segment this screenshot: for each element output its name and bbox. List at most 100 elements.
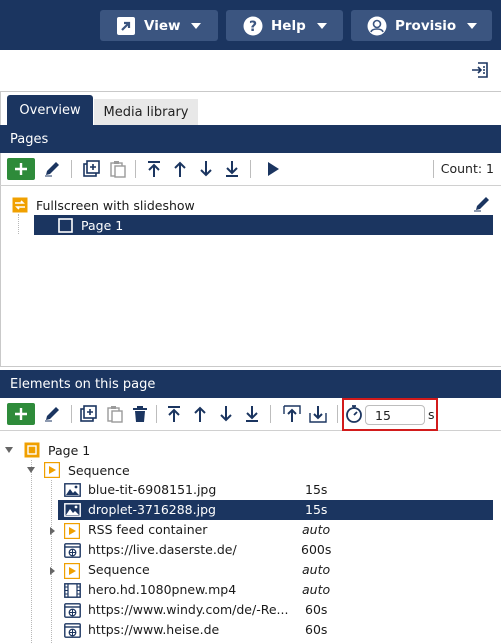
web-icon — [64, 603, 81, 618]
top-navigation-bar: View ? Help Provisio — [0, 0, 501, 50]
duplicate-icon — [80, 405, 97, 422]
move-out-of-container-button[interactable] — [282, 404, 302, 424]
help-menu-button[interactable]: ? Help — [226, 10, 343, 41]
duplicate-page-button[interactable] — [82, 159, 102, 179]
list-item-duration: auto — [302, 562, 331, 577]
pencil-icon[interactable] — [473, 196, 491, 212]
stopwatch-icon — [346, 405, 362, 423]
page-group-label: Fullscreen with slideshow — [36, 197, 195, 213]
arrow-up-icon — [194, 406, 206, 422]
arrow-to-bottom-icon — [246, 406, 258, 422]
page-count-label: Count: 1 — [440, 161, 494, 176]
arrow-down-icon — [200, 161, 212, 177]
video-icon — [64, 583, 81, 598]
list-item[interactable]: https://www.windy.com/de/-Re... 60s — [0, 600, 501, 620]
chevron-down-icon — [27, 467, 35, 473]
page-node-label: Page 1 — [81, 217, 124, 233]
list-item[interactable]: https://www.heise.de 60s — [0, 620, 501, 640]
collapse-panel-icon[interactable] — [471, 61, 489, 79]
page-group-node[interactable]: Fullscreen with slideshow — [12, 195, 195, 215]
duration-unit-label: s — [428, 407, 435, 422]
list-item[interactable]: blue-tit-6908151.jpg 15s — [0, 480, 501, 500]
chevron-down-icon — [5, 447, 13, 453]
page-root-label: Page 1 — [48, 442, 91, 458]
edit-page-button[interactable] — [42, 159, 62, 179]
duplicate-icon — [83, 160, 100, 177]
tab-media-library[interactable]: Media library — [94, 99, 198, 125]
move-element-bottom-button[interactable] — [242, 404, 262, 424]
move-top-button[interactable] — [144, 159, 164, 179]
move-bottom-button[interactable] — [222, 159, 242, 179]
page-icon — [58, 217, 73, 233]
help-icon: ? — [243, 16, 263, 35]
list-item[interactable]: hero.hd.1080pnew.mp4 auto — [0, 580, 501, 600]
list-item-duration: 60s — [305, 622, 328, 637]
list-item-name: Sequence — [88, 562, 150, 577]
list-item[interactable]: https://live.daserste.de/ 600s — [0, 540, 501, 560]
add-element-button[interactable] — [7, 403, 35, 425]
move-into-container-button[interactable] — [308, 404, 328, 424]
move-element-down-button[interactable] — [216, 404, 236, 424]
edit-element-button[interactable] — [42, 404, 62, 424]
list-item[interactable]: Sequence auto — [0, 560, 501, 580]
duplicate-element-button[interactable] — [79, 404, 99, 424]
sequence-label: Sequence — [68, 462, 130, 478]
slideshow-icon — [12, 197, 28, 213]
chevron-right-icon[interactable] — [49, 526, 56, 536]
image-icon — [64, 483, 81, 497]
tab-overview[interactable]: Overview — [7, 95, 93, 125]
pages-toolbar: Count: 1 — [0, 153, 501, 186]
arrow-to-bottom-icon — [226, 161, 238, 177]
sequence-node[interactable]: Sequence — [26, 460, 130, 480]
delete-element-button[interactable] — [130, 404, 150, 424]
arrow-to-top-icon — [148, 161, 160, 177]
arrow-to-top-icon — [168, 406, 180, 422]
list-item-duration: auto — [302, 582, 331, 597]
arrow-up-icon — [174, 161, 186, 177]
web-icon — [64, 623, 81, 638]
tab-overview-label: Overview — [19, 102, 81, 118]
paste-page-button[interactable] — [108, 159, 128, 179]
move-up-button[interactable] — [170, 159, 190, 179]
view-menu-button[interactable]: View — [100, 10, 218, 41]
list-item-duration: 60s — [305, 602, 328, 617]
elements-section-header: Elements on this page — [0, 370, 501, 398]
chevron-down-icon — [467, 22, 478, 29]
sequence-icon — [64, 523, 80, 539]
page-icon — [24, 442, 40, 458]
open-external-icon — [117, 16, 135, 35]
duration-input[interactable] — [365, 405, 425, 425]
tab-media-library-label: Media library — [103, 104, 189, 120]
list-item-duration: 15s — [305, 502, 328, 517]
list-item-selected[interactable]: droplet-3716288.jpg 15s — [58, 500, 493, 520]
move-down-level-icon — [309, 406, 327, 423]
page-root-node[interactable]: Page 1 — [4, 440, 90, 460]
page-node-selected[interactable]: Page 1 — [34, 215, 493, 235]
trash-icon — [133, 406, 147, 422]
user-avatar-icon — [367, 16, 387, 35]
paste-element-button[interactable] — [105, 404, 125, 424]
add-page-button[interactable] — [7, 158, 35, 180]
pencil-icon — [45, 407, 59, 422]
list-item-name: hero.hd.1080pnew.mp4 — [88, 582, 237, 597]
sequence-icon — [44, 462, 60, 478]
sequence-icon — [64, 563, 80, 579]
move-element-top-button[interactable] — [164, 404, 184, 424]
clipboard-icon — [110, 161, 126, 178]
list-item-duration: 15s — [305, 482, 328, 497]
chevron-down-icon — [316, 22, 327, 29]
chevron-right-icon[interactable] — [49, 566, 56, 576]
list-item-name: RSS feed container — [88, 522, 208, 537]
list-item[interactable]: RSS feed container auto — [0, 520, 501, 540]
elements-section-title: Elements on this page — [10, 376, 156, 392]
play-icon — [268, 162, 279, 176]
play-preview-button[interactable] — [263, 159, 283, 179]
move-up-level-icon — [283, 405, 301, 422]
pencil-icon — [45, 162, 59, 177]
list-item-duration: auto — [302, 522, 331, 537]
move-down-button[interactable] — [196, 159, 216, 179]
plus-icon — [15, 408, 27, 420]
image-icon — [64, 503, 81, 517]
move-element-up-button[interactable] — [190, 404, 210, 424]
user-menu-button[interactable]: Provisio — [351, 10, 492, 41]
